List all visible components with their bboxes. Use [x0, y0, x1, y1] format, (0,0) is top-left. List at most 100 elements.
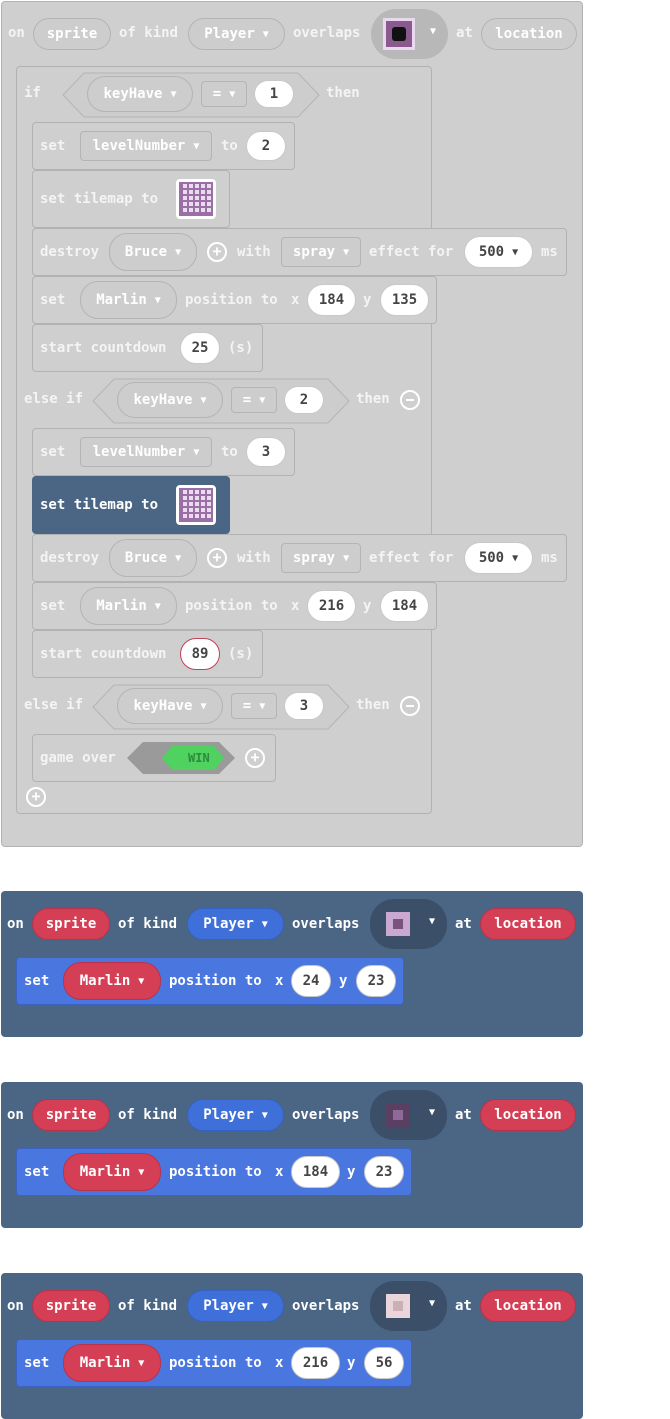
target-name: Marlin — [79, 1164, 131, 1180]
duration-dropdown[interactable]: 500 ▼ — [464, 236, 533, 268]
condition-value-2[interactable]: 2 — [284, 386, 324, 414]
duration-value: 500 — [478, 244, 505, 260]
chevron-down-icon: ▼ — [343, 246, 350, 258]
win-boolean-slot[interactable] — [126, 741, 236, 775]
chevron-down-icon: ▼ — [512, 552, 519, 564]
kind-dropdown[interactable]: Player ▼ — [187, 1099, 284, 1131]
operator-dropdown-1[interactable]: = ▼ — [201, 81, 247, 107]
chevron-down-icon: ▼ — [229, 88, 236, 100]
location-param[interactable]: location — [480, 1290, 576, 1322]
operator-value: = — [242, 392, 252, 408]
of-kind-label: of kind — [118, 1298, 178, 1314]
tile-image-picker[interactable]: ▼ — [371, 9, 448, 59]
countdown-value[interactable]: 89 — [180, 638, 220, 670]
set-label: set — [40, 292, 66, 308]
keyhave-dropdown-1[interactable]: keyHave ▼ — [87, 76, 193, 112]
position-target-dropdown[interactable]: Marlin ▼ — [63, 1344, 161, 1382]
y-value[interactable]: 135 — [380, 284, 429, 316]
destroy-target-dropdown[interactable]: Bruce ▼ — [109, 233, 197, 271]
condition-value-3[interactable]: 3 — [284, 692, 324, 720]
operator-value: = — [212, 86, 222, 102]
add-icon[interactable]: + — [245, 748, 265, 768]
chevron-down-icon: ▼ — [175, 246, 182, 258]
keyhave-dropdown-3[interactable]: keyHave ▼ — [117, 688, 223, 724]
sprite-param[interactable]: sprite — [32, 1290, 110, 1322]
level-value[interactable]: 2 — [246, 131, 286, 161]
tilemap-picker[interactable] — [176, 179, 216, 219]
y-label: y — [363, 598, 372, 614]
chevron-down-icon: ▼ — [343, 552, 350, 564]
variable-dropdown[interactable]: levelNumber ▼ — [80, 131, 212, 161]
kind-dropdown[interactable]: Player ▼ — [187, 908, 284, 940]
variable-dropdown[interactable]: levelNumber ▼ — [80, 437, 212, 467]
variable-name: levelNumber — [92, 138, 186, 154]
sprite-param[interactable]: sprite — [33, 18, 111, 50]
tile-thumbnail — [386, 912, 410, 936]
chevron-down-icon: ▼ — [261, 1300, 268, 1312]
position-target-dropdown[interactable]: Marlin ▼ — [63, 962, 161, 1000]
destroy-target-dropdown[interactable]: Bruce ▼ — [109, 539, 197, 577]
remove-branch-icon[interactable] — [400, 390, 420, 410]
chevron-down-icon: ▼ — [261, 918, 268, 930]
sprite-param[interactable]: sprite — [32, 1099, 110, 1131]
to-label: to — [221, 138, 238, 154]
target-name: Bruce — [124, 550, 168, 566]
position-target-dropdown[interactable]: Marlin ▼ — [80, 281, 177, 319]
x-value[interactable]: 184 — [307, 284, 356, 316]
x-label: x — [291, 292, 300, 308]
add-else-icon[interactable]: + — [26, 787, 46, 807]
kind-dropdown[interactable]: Player ▼ — [187, 1290, 284, 1322]
chevron-down-icon: ▼ — [512, 246, 519, 258]
chevron-down-icon: ▼ — [138, 1166, 145, 1178]
operator-value: = — [242, 698, 252, 714]
to-label: to — [221, 444, 238, 460]
with-label: with — [237, 244, 271, 260]
location-param[interactable]: location — [481, 18, 577, 50]
keyhave-dropdown-2[interactable]: keyHave ▼ — [117, 382, 223, 418]
of-kind-label: of kind — [119, 25, 179, 41]
tilemap-picker[interactable] — [176, 485, 216, 525]
y-value[interactable]: 23 — [364, 1156, 404, 1188]
level-value[interactable]: 3 — [246, 437, 286, 467]
chevron-down-icon: ▼ — [154, 600, 161, 612]
set-label: set — [40, 138, 66, 154]
chevron-down-icon: ▼ — [200, 394, 207, 406]
position-to-label: position to — [185, 292, 278, 308]
x-value[interactable]: 216 — [307, 590, 356, 622]
countdown-value[interactable]: 25 — [180, 332, 220, 364]
tile-image-picker[interactable]: ▼ — [370, 1281, 447, 1331]
game-over-label: game over — [40, 750, 116, 766]
add-icon[interactable]: + — [207, 548, 227, 568]
at-label: at — [455, 1298, 472, 1314]
chevron-down-icon: ▼ — [429, 1107, 436, 1118]
position-target-dropdown[interactable]: Marlin ▼ — [80, 587, 177, 625]
at-label: at — [455, 916, 472, 932]
duration-dropdown[interactable]: 500 ▼ — [464, 542, 533, 574]
operator-dropdown-3[interactable]: = ▼ — [231, 693, 277, 719]
tile-image-picker[interactable]: ▼ — [370, 899, 447, 949]
tile-image-picker[interactable]: ▼ — [370, 1090, 447, 1140]
y-value[interactable]: 23 — [356, 965, 396, 997]
kind-dropdown[interactable]: Player ▼ — [188, 18, 285, 50]
x-value[interactable]: 24 — [291, 965, 331, 997]
at-label: at — [456, 25, 473, 41]
location-param[interactable]: location — [480, 908, 576, 940]
effect-dropdown[interactable]: spray ▼ — [281, 543, 361, 573]
x-value[interactable]: 184 — [291, 1156, 340, 1188]
sprite-param[interactable]: sprite — [32, 908, 110, 940]
set-tilemap-label: set tilemap to — [40, 191, 159, 207]
operator-dropdown-2[interactable]: = ▼ — [231, 387, 277, 413]
y-value[interactable]: 184 — [380, 590, 429, 622]
x-value[interactable]: 216 — [291, 1347, 340, 1379]
variable-name: keyHave — [133, 698, 193, 714]
y-value[interactable]: 56 — [364, 1347, 404, 1379]
effect-dropdown[interactable]: spray ▼ — [281, 237, 361, 267]
y-label: y — [339, 973, 348, 989]
chevron-down-icon: ▼ — [154, 294, 161, 306]
remove-branch-icon[interactable] — [400, 696, 420, 716]
condition-value-1[interactable]: 1 — [254, 80, 294, 108]
add-icon[interactable]: + — [207, 242, 227, 262]
location-param[interactable]: location — [480, 1099, 576, 1131]
maze-tilemap-icon — [179, 182, 213, 216]
position-target-dropdown[interactable]: Marlin ▼ — [63, 1153, 161, 1191]
